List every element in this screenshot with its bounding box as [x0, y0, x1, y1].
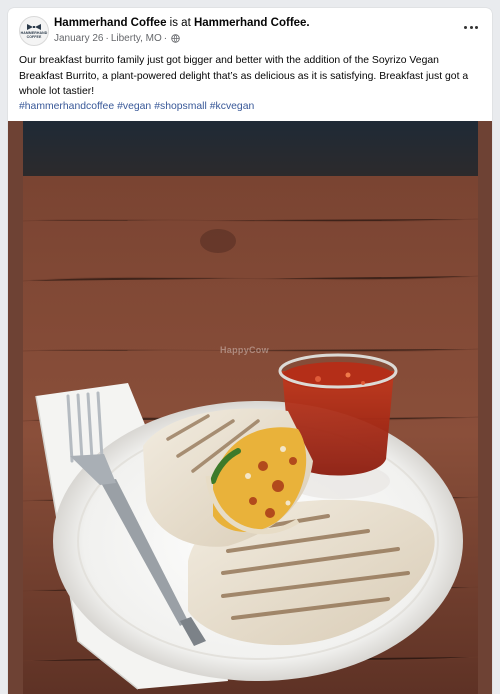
post-card: HAMMERHAND COFFEE Hammerhand Coffee is a… — [8, 8, 492, 694]
hashtag-link[interactable]: #vegan — [117, 101, 151, 112]
post-body-text: Our breakfast burrito family just got bi… — [19, 55, 469, 97]
post-header: HAMMERHAND COFFEE Hammerhand Coffee is a… — [8, 8, 492, 56]
post-photo[interactable]: HappyCow — [8, 121, 492, 694]
more-dot — [469, 25, 473, 29]
avatar[interactable]: HAMMERHAND COFFEE — [19, 16, 49, 46]
hashtag-link[interactable]: #kcvegan — [210, 101, 254, 112]
page-name-link[interactable]: Hammerhand Coffee — [54, 17, 166, 29]
hashtag-list: #hammerhandcoffee #vegan #shopsmall #kcv… — [19, 101, 254, 112]
photo-watermark: HappyCow — [220, 345, 269, 355]
more-dot — [464, 25, 468, 29]
globe-icon[interactable] — [171, 34, 180, 43]
post-date[interactable]: January 26 — [54, 33, 103, 44]
location-link[interactable]: Hammerhand Coffee. — [194, 17, 310, 29]
post-city[interactable]: Liberty, MO — [111, 33, 162, 44]
hashtag-link[interactable]: #hammerhandcoffee — [19, 101, 114, 112]
is-at-text: is at — [169, 17, 191, 29]
more-dot — [474, 25, 478, 29]
more-options-button[interactable] — [460, 18, 482, 36]
hammerhand-logo-icon — [27, 24, 41, 30]
post-title-line: Hammerhand Coffee is at Hammerhand Coffe… — [54, 17, 310, 29]
avatar-text-line-2: COFFEE — [26, 35, 42, 39]
meta-separator-2: · — [163, 33, 168, 44]
burrito-photo-image — [8, 121, 492, 694]
hashtag-link[interactable]: #shopsmall — [154, 101, 207, 112]
post-meta: January 26 · Liberty, MO · — [54, 33, 180, 44]
meta-separator: · — [105, 33, 109, 44]
